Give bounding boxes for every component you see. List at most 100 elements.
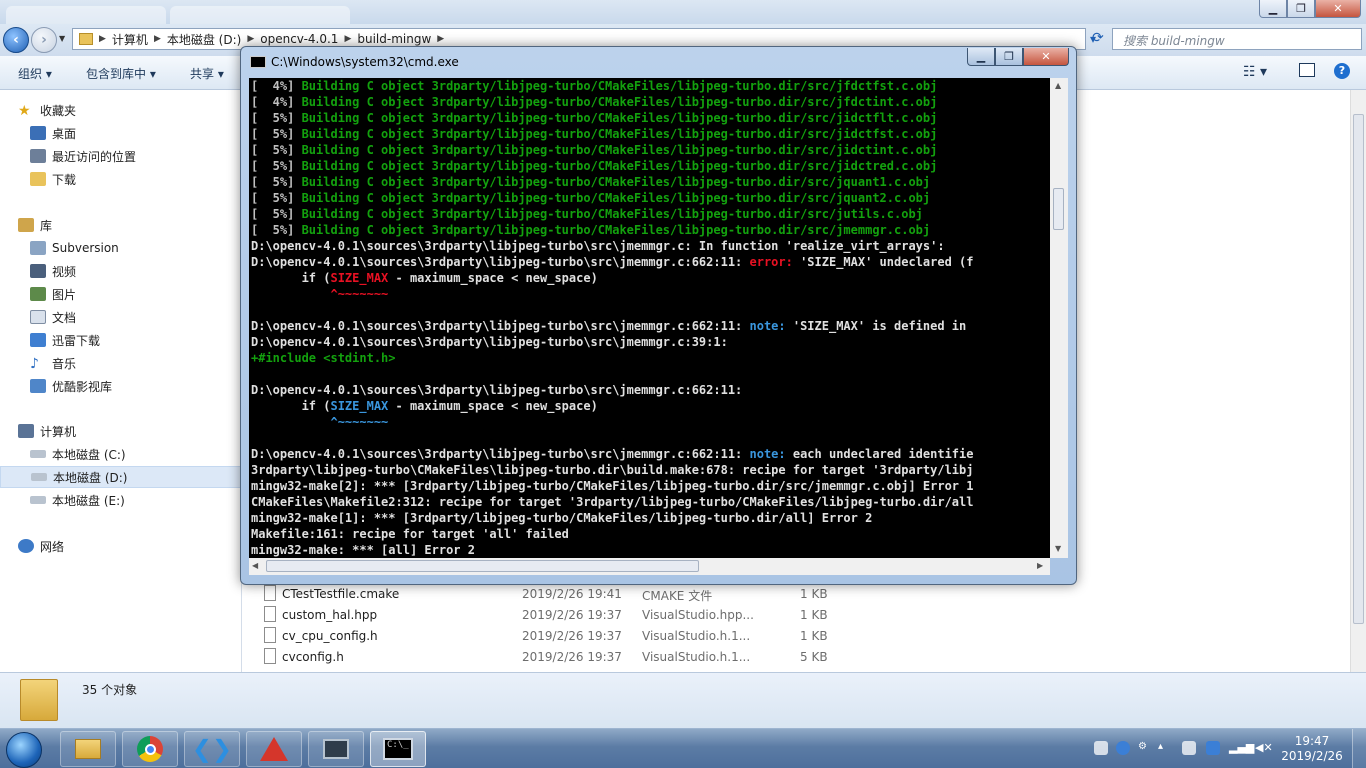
- nav-libraries[interactable]: 库: [18, 214, 260, 236]
- app-tray-icon[interactable]: [1206, 741, 1220, 755]
- file-row[interactable]: cvconfig.h 2019/2/26 19:37 VisualStudio.…: [262, 647, 842, 668]
- file-name: CTestTestfile.cmake: [282, 587, 400, 601]
- nav-favorites[interactable]: ★ 收藏夹: [18, 99, 260, 121]
- console-text: D:\opencv-4.0.1\sources\3rdparty\libjpeg…: [251, 383, 743, 397]
- clock[interactable]: 19:47 2019/2/26: [1277, 734, 1347, 764]
- taskbar-vscode[interactable]: ❮❯: [184, 731, 240, 767]
- chevron-right-icon[interactable]: ▶: [437, 34, 444, 44]
- organize-menu[interactable]: 组织 ▾: [18, 65, 52, 82]
- console-text: note:: [749, 319, 793, 333]
- view-options-icon[interactable]: ☷ ▾: [1243, 64, 1267, 80]
- maximize-button[interactable]: ❐: [1287, 0, 1315, 18]
- console-text: SIZE_MAX: [330, 271, 389, 285]
- background-tab[interactable]: [6, 6, 166, 24]
- taskbar-explorer[interactable]: [60, 731, 116, 767]
- nav-downloads[interactable]: 下载: [30, 168, 272, 190]
- nav-recent[interactable]: 最近访问的位置: [30, 145, 272, 167]
- show-desktop-button[interactable]: [1352, 729, 1366, 768]
- cmd-close-button[interactable]: ✕: [1023, 48, 1069, 66]
- scrollbar-thumb[interactable]: [1353, 114, 1364, 624]
- taskbar-cmake[interactable]: [246, 731, 302, 767]
- console-output[interactable]: [ 4%] Building C object 3rdparty/libjpeg…: [249, 78, 1050, 558]
- background-tab[interactable]: [170, 6, 350, 24]
- nav-computer[interactable]: 计算机: [18, 420, 260, 442]
- breadcrumb-drive-d[interactable]: 本地磁盘 (D:): [167, 31, 241, 48]
- nav-music[interactable]: ♪ 音乐: [30, 352, 272, 374]
- keyboard-icon[interactable]: [1094, 741, 1108, 755]
- scroll-down-icon[interactable]: ▼: [1055, 544, 1061, 553]
- flag-icon[interactable]: [1182, 741, 1196, 755]
- cmake-icon: [260, 737, 288, 761]
- volume-muted-icon[interactable]: ◀✕: [1255, 741, 1273, 755]
- drive-icon: [31, 473, 47, 481]
- chevron-up-icon[interactable]: ▴: [1158, 741, 1172, 755]
- nav-youku[interactable]: 优酷影视库: [30, 375, 272, 397]
- cmd-window[interactable]: C:\Windows\system32\cmd.exe ▁ ❐ ✕ [ 4%] …: [240, 46, 1077, 585]
- drive-icon: [30, 450, 46, 458]
- scrollbar-thumb[interactable]: [1053, 188, 1064, 230]
- scroll-left-icon[interactable]: ◀: [252, 561, 258, 570]
- nav-pictures[interactable]: 图片: [30, 283, 272, 305]
- cmd-title: C:\Windows\system32\cmd.exe: [271, 55, 459, 69]
- nav-videos[interactable]: 视频: [30, 260, 272, 282]
- nav-drive-e[interactable]: 本地磁盘 (E:): [30, 489, 272, 511]
- back-button[interactable]: ‹: [3, 27, 29, 53]
- library-icon: [18, 218, 34, 232]
- breadcrumb-opencv[interactable]: opencv-4.0.1: [260, 32, 338, 46]
- chevron-right-icon[interactable]: ▶: [247, 34, 254, 44]
- scroll-right-icon[interactable]: ▶: [1037, 561, 1043, 570]
- start-button[interactable]: [6, 732, 42, 768]
- nav-drive-c[interactable]: 本地磁盘 (C:): [30, 443, 272, 465]
- console-text: [ 5%]: [251, 207, 302, 221]
- network-signal-icon[interactable]: ▂▄▆: [1229, 741, 1254, 755]
- share-menu[interactable]: 共享 ▾: [190, 65, 224, 82]
- console-text: if (: [251, 399, 331, 413]
- nav-label: 收藏夹: [40, 103, 77, 118]
- minimize-button[interactable]: ▁: [1259, 0, 1287, 18]
- breadcrumb-build-mingw[interactable]: build-mingw: [357, 32, 431, 46]
- help-tray-icon[interactable]: [1116, 741, 1130, 755]
- console-text: [ 5%]: [251, 111, 302, 125]
- breadcrumb-computer[interactable]: 计算机: [112, 31, 148, 48]
- console-vertical-scrollbar[interactable]: ▲ ▼: [1050, 78, 1068, 558]
- nav-desktop[interactable]: 桌面: [30, 122, 272, 144]
- file-row[interactable]: custom_hal.hpp 2019/2/26 19:37 VisualStu…: [262, 605, 842, 626]
- nav-subversion[interactable]: Subversion: [30, 237, 272, 259]
- close-button[interactable]: ✕: [1315, 0, 1361, 18]
- console-text: [ 4%]: [251, 79, 302, 93]
- console-horizontal-scrollbar[interactable]: ◀ ▶: [249, 558, 1050, 575]
- console-line: D:\opencv-4.0.1\sources\3rdparty\libjpeg…: [251, 238, 1050, 254]
- nav-network[interactable]: 网络: [18, 535, 260, 557]
- console-text: [ 5%]: [251, 143, 302, 157]
- file-row[interactable]: CTestTestfile.cmake 2019/2/26 19:41 CMAK…: [262, 584, 842, 605]
- file-row[interactable]: cv_cpu_config.h 2019/2/26 19:37 VisualSt…: [262, 626, 842, 647]
- details-pane: 35 个对象: [0, 672, 1366, 728]
- nav-drive-d[interactable]: 本地磁盘 (D:): [0, 466, 242, 488]
- scroll-up-icon[interactable]: ▲: [1055, 81, 1061, 90]
- nav-xunlei[interactable]: 迅雷下载: [30, 329, 272, 351]
- console-line: [ 5%] Building C object 3rdparty/libjpeg…: [251, 110, 1050, 126]
- console-text: 3rdparty\libjpeg-turbo\CMakeFiles\libjpe…: [251, 463, 974, 477]
- file-date: 2019/2/26 19:37: [522, 650, 622, 664]
- recent-pages-chevron-icon[interactable]: ▼: [59, 34, 65, 43]
- cmd-minimize-button[interactable]: ▁: [967, 48, 995, 66]
- preview-pane-icon[interactable]: [1299, 63, 1315, 77]
- chevron-right-icon[interactable]: ▶: [154, 34, 161, 44]
- console-text: mingw32-make: *** [all] Error 2: [251, 543, 475, 557]
- taskbar-remote[interactable]: [308, 731, 364, 767]
- include-in-library-menu[interactable]: 包含到库中 ▾: [86, 65, 156, 82]
- console-line: D:\opencv-4.0.1\sources\3rdparty\libjpeg…: [251, 254, 1050, 270]
- refresh-icon[interactable]: ⟳: [1092, 30, 1108, 46]
- nav-documents[interactable]: 文档: [30, 306, 272, 328]
- scrollbar-thumb[interactable]: [266, 560, 699, 572]
- taskbar-cmd[interactable]: C:\_: [370, 731, 426, 767]
- help-icon[interactable]: ?: [1334, 63, 1350, 79]
- search-input[interactable]: 搜索 build-mingw: [1112, 28, 1362, 50]
- cmd-maximize-button[interactable]: ❐: [995, 48, 1023, 66]
- chevron-right-icon[interactable]: ▶: [344, 34, 351, 44]
- taskbar-chrome[interactable]: [122, 731, 178, 767]
- console-text: Building C object 3rdparty/libjpeg-turbo…: [301, 143, 938, 157]
- settings-icon[interactable]: ⚙: [1138, 741, 1152, 755]
- file-list-scrollbar[interactable]: [1350, 90, 1366, 672]
- forward-button[interactable]: ›: [31, 27, 57, 53]
